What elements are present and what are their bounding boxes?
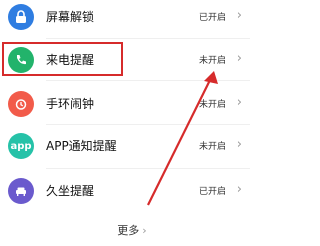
chevron-right-icon: › xyxy=(142,224,147,237)
lock-icon xyxy=(8,4,34,30)
chevron-right-icon: › xyxy=(236,95,242,110)
alarm-clock-icon xyxy=(8,91,34,117)
list-item-app-notification[interactable]: app APP通知提醒 未开启 › xyxy=(0,126,264,166)
status-text: 未开启 xyxy=(198,142,226,152)
status-text: 已开启 xyxy=(198,13,226,23)
list-item-sedentary-reminder[interactable]: 久坐提醒 已开启 › xyxy=(0,171,264,211)
more-label: 更多 xyxy=(117,224,140,237)
list-item-band-alarm[interactable]: 手环闹钟 未开启 › xyxy=(0,84,264,124)
item-label: 屏幕解锁 xyxy=(46,10,95,24)
sofa-icon xyxy=(8,178,34,204)
chevron-right-icon: › xyxy=(236,8,242,23)
status-text: 已开启 xyxy=(198,187,226,197)
chevron-right-icon: › xyxy=(236,182,242,197)
divider xyxy=(46,80,250,81)
divider xyxy=(46,124,250,125)
more-link[interactable]: 更多 › xyxy=(0,222,264,238)
status-text: 未开启 xyxy=(198,100,226,110)
divider xyxy=(46,168,250,169)
app-icon: app xyxy=(8,133,34,159)
item-label: 久坐提醒 xyxy=(46,184,95,198)
list-item-screen-unlock[interactable]: 屏幕解锁 已开启 › xyxy=(0,0,264,37)
status-text: 未开启 xyxy=(198,56,226,66)
item-label: APP通知提醒 xyxy=(46,139,117,153)
divider xyxy=(46,38,250,39)
item-label: 手环闹钟 xyxy=(46,97,95,111)
chevron-right-icon: › xyxy=(236,137,242,152)
chevron-right-icon: › xyxy=(236,51,242,66)
highlight-box xyxy=(2,42,123,76)
